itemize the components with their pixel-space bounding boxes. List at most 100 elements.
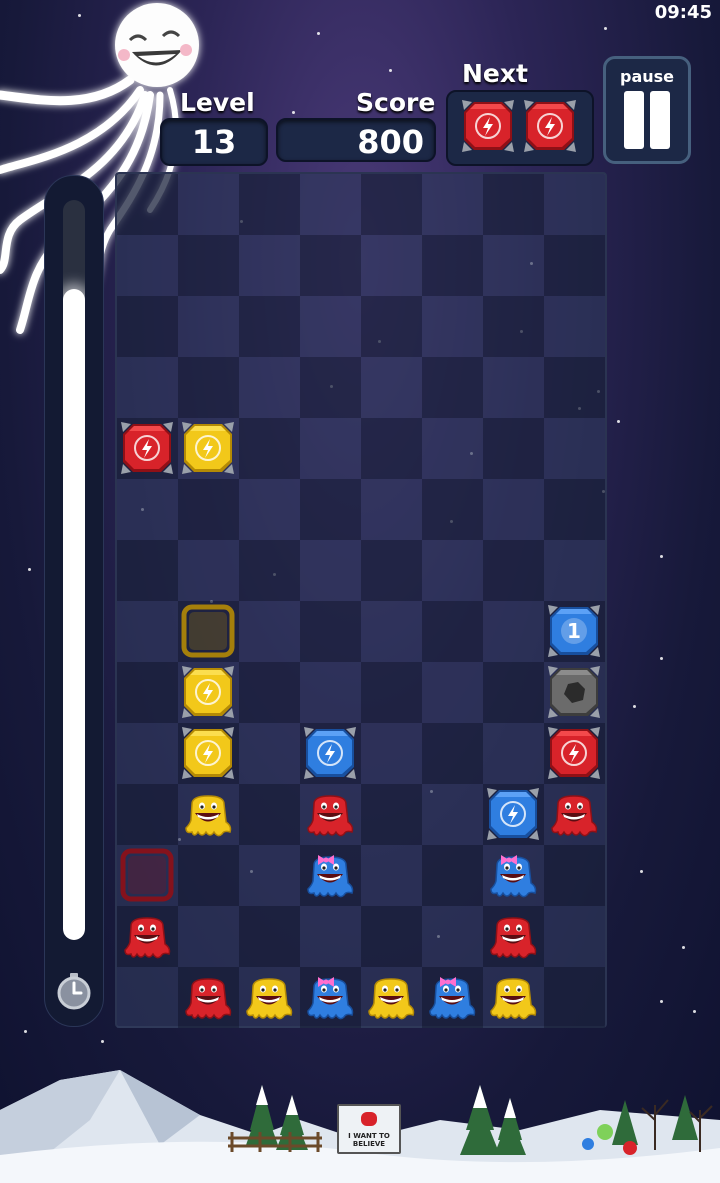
red-lightning-gem-icon (546, 725, 602, 781)
board-cell[interactable] (300, 601, 361, 662)
board-cell[interactable] (422, 235, 483, 296)
board-cell[interactable] (117, 967, 178, 1028)
board-cell[interactable] (117, 174, 178, 235)
game-board[interactable]: 1 (115, 172, 607, 1028)
board-cell[interactable] (117, 723, 178, 784)
timer-fill (63, 288, 85, 940)
board-cell[interactable] (178, 906, 239, 967)
next-piece-preview (446, 90, 594, 166)
board-cell[interactable] (361, 357, 422, 418)
board-cell[interactable] (117, 357, 178, 418)
board-cell[interactable] (483, 357, 544, 418)
board-cell[interactable] (483, 174, 544, 235)
board-cell[interactable] (178, 479, 239, 540)
board-cell[interactable] (239, 296, 300, 357)
board-cell[interactable] (239, 479, 300, 540)
board-cell[interactable] (178, 235, 239, 296)
board-cell[interactable] (544, 479, 605, 540)
board-cell[interactable] (117, 479, 178, 540)
board-cell[interactable] (361, 906, 422, 967)
board-cell[interactable] (544, 540, 605, 601)
board-cell[interactable] (178, 540, 239, 601)
board-cell[interactable] (300, 418, 361, 479)
red-blob-creature-icon (548, 790, 600, 840)
blue-blob-creature-icon (304, 973, 356, 1023)
board-cell[interactable] (483, 723, 544, 784)
board-cell[interactable] (117, 784, 178, 845)
board-cell[interactable] (483, 601, 544, 662)
board-cell[interactable] (361, 662, 422, 723)
board-cell[interactable] (361, 479, 422, 540)
board-cell[interactable] (544, 418, 605, 479)
board-cell[interactable] (422, 540, 483, 601)
board-cell[interactable] (422, 662, 483, 723)
board-cell[interactable] (422, 784, 483, 845)
board-cell[interactable] (300, 479, 361, 540)
board-cell[interactable] (117, 540, 178, 601)
board-cell[interactable] (422, 723, 483, 784)
board-cell[interactable] (239, 418, 300, 479)
board-cell[interactable] (239, 540, 300, 601)
board-cell[interactable] (361, 784, 422, 845)
board-cell[interactable] (422, 479, 483, 540)
score-value: 800 (276, 118, 436, 162)
board-cell[interactable] (178, 296, 239, 357)
board-cell[interactable] (239, 784, 300, 845)
board-cell[interactable] (544, 967, 605, 1028)
board-cell[interactable] (483, 296, 544, 357)
board-cell[interactable] (483, 418, 544, 479)
board-cell[interactable] (300, 357, 361, 418)
board-cell[interactable] (300, 296, 361, 357)
board-cell[interactable] (422, 906, 483, 967)
board-cell[interactable] (422, 845, 483, 906)
board-cell[interactable] (544, 174, 605, 235)
board-cell[interactable] (300, 906, 361, 967)
board-cell[interactable] (178, 845, 239, 906)
board-cell[interactable] (361, 235, 422, 296)
board-cell[interactable] (300, 662, 361, 723)
board-cell[interactable] (117, 601, 178, 662)
next-piece-2 (522, 98, 578, 158)
board-cell[interactable] (544, 845, 605, 906)
board-cell[interactable] (483, 479, 544, 540)
board-cell[interactable] (239, 662, 300, 723)
board-cell[interactable] (361, 540, 422, 601)
board-cell[interactable] (239, 845, 300, 906)
board-cell[interactable] (422, 174, 483, 235)
board-cell[interactable] (361, 174, 422, 235)
board-cell[interactable] (422, 357, 483, 418)
board-cell[interactable] (483, 662, 544, 723)
board-cell[interactable] (239, 235, 300, 296)
board-cell[interactable] (544, 235, 605, 296)
board-cell[interactable] (239, 601, 300, 662)
board-cell[interactable] (422, 601, 483, 662)
board-cell[interactable] (422, 296, 483, 357)
board-cell[interactable] (300, 174, 361, 235)
board-cell[interactable] (239, 723, 300, 784)
board-cell[interactable] (239, 357, 300, 418)
board-cell[interactable] (178, 174, 239, 235)
board-cell[interactable] (361, 601, 422, 662)
board-cell[interactable] (361, 845, 422, 906)
star (317, 32, 320, 35)
pause-button[interactable]: pause (603, 56, 691, 164)
board-cell[interactable] (117, 296, 178, 357)
board-cell[interactable] (117, 662, 178, 723)
board-cell[interactable] (300, 235, 361, 296)
board-cell[interactable] (239, 906, 300, 967)
board-cell[interactable] (178, 357, 239, 418)
board-cell[interactable] (422, 418, 483, 479)
board-cell[interactable] (361, 296, 422, 357)
board-cell[interactable] (361, 418, 422, 479)
board-cell[interactable] (483, 540, 544, 601)
board-cell[interactable] (544, 906, 605, 967)
star (389, 69, 392, 72)
board-cell[interactable] (544, 357, 605, 418)
red-blob-creature-icon (304, 790, 356, 840)
board-cell[interactable] (361, 723, 422, 784)
board-cell[interactable] (544, 296, 605, 357)
board-cell[interactable] (300, 540, 361, 601)
board-cell[interactable] (117, 235, 178, 296)
board-cell[interactable] (239, 174, 300, 235)
board-cell[interactable] (483, 235, 544, 296)
